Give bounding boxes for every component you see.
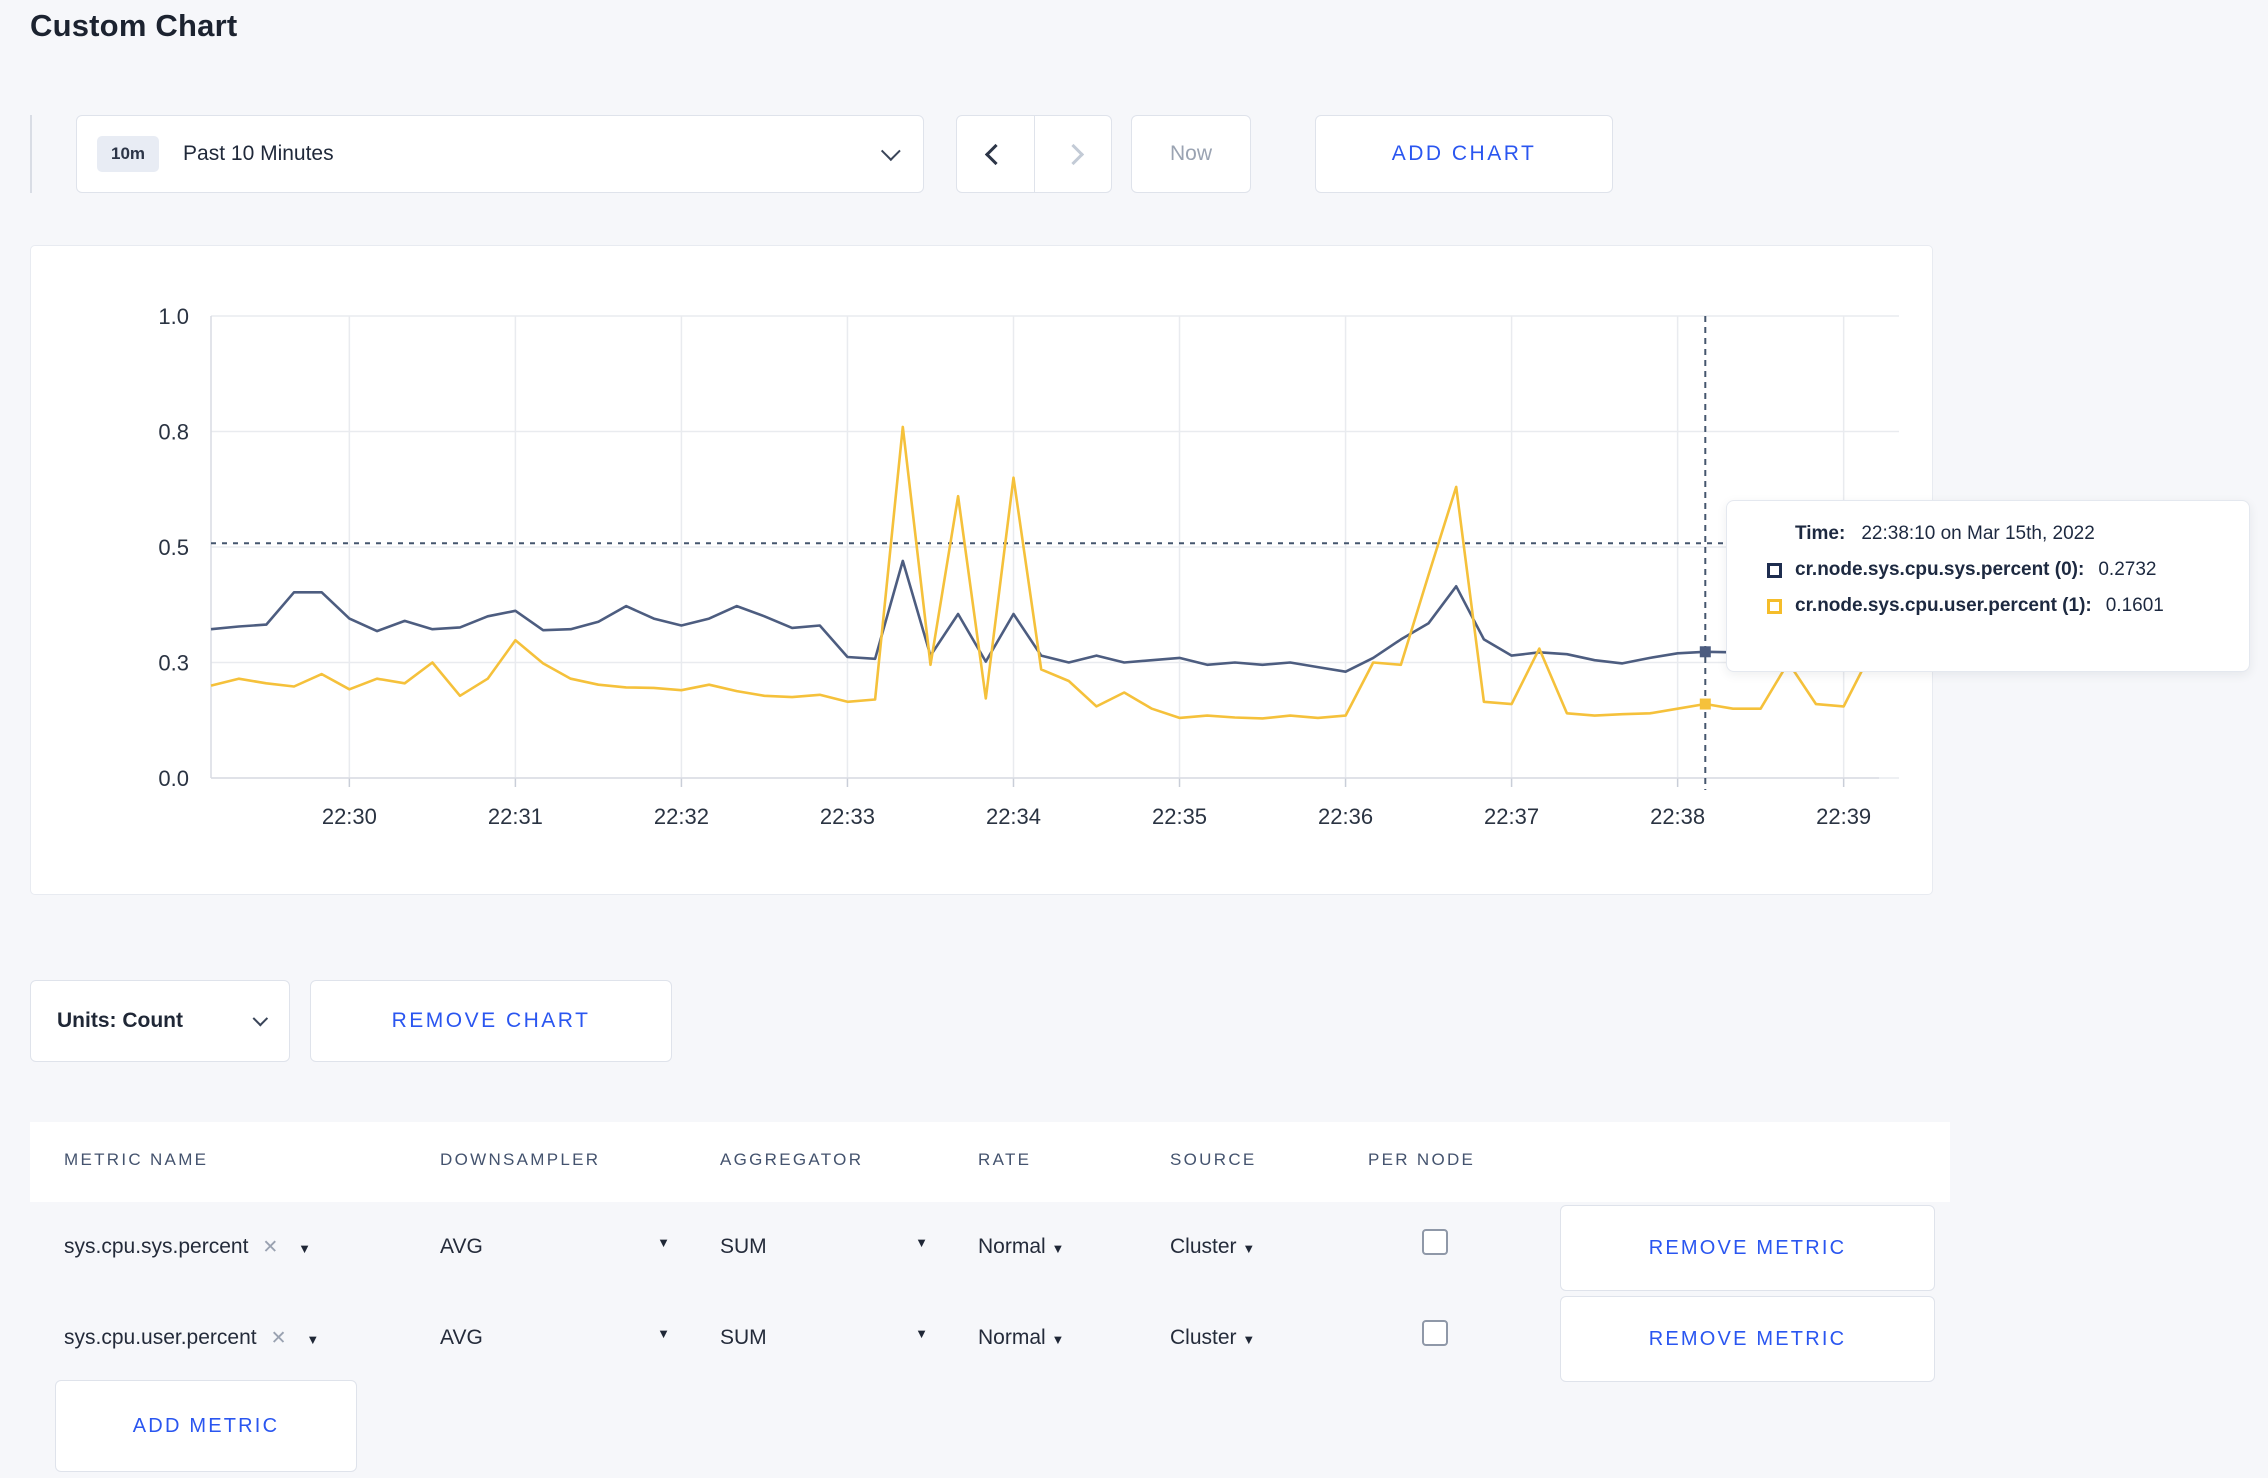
column-header-downsampler: DOWNSAMPLER [440, 1150, 601, 1169]
metric-name-select[interactable]: sys.cpu.sys.percent [64, 1235, 248, 1258]
tooltip-series-1-value: 0.1601 [2105, 595, 2164, 616]
x-axis-tick-label: 22:35 [1152, 804, 1207, 829]
clear-metric-icon[interactable]: ✕ [262, 1237, 278, 1258]
chevron-right-icon [1062, 143, 1084, 165]
timeseries-plot[interactable]: 0.0 0.3 0.5 0.8 1.0 22:30 22:31 22:32 22:33 22:34… [31, 246, 1934, 896]
now-button[interactable]: Now [1131, 115, 1251, 193]
hover-point-0 [1699, 646, 1711, 658]
source-select[interactable]: Cluster ▼ [1170, 1326, 1255, 1350]
chevron-left-icon [984, 143, 1007, 165]
time-window-dropdown[interactable]: 10m Past 10 Minutes [76, 115, 924, 193]
y-axis-tick-label: 0.0 [158, 766, 189, 791]
remove-metric-button[interactable]: REMOVE METRIC [1560, 1296, 1935, 1382]
series-line-1 [210, 425, 1900, 720]
tooltip-series-0-name: cr.node.sys.cpu.sys.percent (0): [1795, 559, 2085, 580]
series-0-swatch-icon [1767, 562, 1782, 578]
aggregator-select[interactable]: SUM ▼ [720, 1235, 928, 1259]
add-metric-button[interactable]: ADD METRIC [55, 1380, 357, 1472]
hover-point-1 [1699, 698, 1711, 710]
column-header-per-node: PER NODE [1368, 1150, 1476, 1169]
x-axis-tick-label: 22:37 [1484, 804, 1539, 829]
dropdown-arrow-icon: ▼ [1242, 1332, 1256, 1347]
y-axis-tick-label: 0.8 [158, 420, 189, 445]
dropdown-arrow-icon: ▼ [915, 1235, 928, 1250]
x-axis-tick-label: 22:30 [322, 804, 377, 829]
series-line-0 [210, 559, 1900, 674]
y-axis-tick-label: 0.3 [158, 651, 189, 676]
x-axis-tick-label: 22:34 [986, 804, 1041, 829]
column-header-metric-name: METRIC NAME [64, 1150, 209, 1169]
x-axis-tick-label: 22:33 [820, 804, 875, 829]
column-header-rate: RATE [978, 1150, 1032, 1169]
dropdown-arrow-icon: ▼ [915, 1326, 928, 1341]
dropdown-arrow-icon: ▼ [1242, 1241, 1256, 1256]
remove-chart-button[interactable]: REMOVE CHART [310, 980, 672, 1062]
per-node-checkbox[interactable] [1422, 1229, 1448, 1255]
chart-card: 0.0 0.3 0.5 0.8 1.0 22:30 22:31 22:32 22:33 22:34… [30, 245, 1933, 895]
dropdown-arrow-icon: ▼ [1051, 1241, 1065, 1256]
y-axis-tick-label: 1.0 [158, 304, 189, 329]
clear-metric-icon[interactable]: ✕ [271, 1328, 287, 1349]
per-node-checkbox[interactable] [1422, 1320, 1448, 1346]
prev-interval-button[interactable] [957, 116, 1034, 192]
tooltip-series-1-name: cr.node.sys.cpu.user.percent (1): [1795, 595, 2092, 616]
tooltip-time-label: Time: [1795, 523, 1846, 544]
x-axis-tick-label: 22:38 [1650, 804, 1705, 829]
units-dropdown[interactable]: Units: Count [30, 980, 290, 1062]
dropdown-arrow-icon: ▼ [657, 1326, 670, 1341]
metrics-table-header: METRIC NAME DOWNSAMPLER AGGREGATOR RATE … [30, 1122, 1950, 1202]
add-chart-button[interactable]: ADD CHART [1315, 115, 1613, 193]
dropdown-arrow-icon[interactable]: ▼ [298, 1241, 311, 1256]
downsampler-select[interactable]: AVG ▼ [440, 1235, 670, 1259]
time-window-badge: 10m [97, 136, 160, 172]
page-title: Custom Chart [30, 8, 238, 43]
units-label: Units: Count [57, 1009, 183, 1032]
x-axis-tick-label: 22:36 [1318, 804, 1373, 829]
y-axis-tick-label: 0.5 [158, 535, 189, 560]
metric-row: sys.cpu.sys.percent ✕ ▼ AVG ▼ SUM ▼ Normal … [30, 1205, 1950, 1295]
tooltip-time-value: 22:38:10 on Mar 15th, 2022 [1861, 523, 2095, 544]
x-axis-tick-label: 22:39 [1816, 804, 1871, 829]
next-interval-button[interactable] [1034, 116, 1111, 192]
chart-tooltip: Time: 22:38:10 on Mar 15th, 2022 cr.node… [1726, 500, 2250, 672]
metric-name-select[interactable]: sys.cpu.user.percent [64, 1326, 257, 1349]
dropdown-arrow-icon[interactable]: ▼ [306, 1332, 319, 1347]
source-select[interactable]: Cluster ▼ [1170, 1235, 1255, 1259]
series-1-swatch-icon [1767, 598, 1782, 614]
x-axis-tick-label: 22:32 [654, 804, 709, 829]
column-header-source: SOURCE [1170, 1150, 1257, 1169]
dropdown-arrow-icon: ▼ [657, 1235, 670, 1250]
toolbar-divider [30, 115, 32, 193]
column-header-aggregator: AGGREGATOR [720, 1150, 864, 1169]
x-axis-tick-label: 22:31 [488, 804, 543, 829]
chevron-down-icon [252, 1010, 269, 1026]
remove-metric-button[interactable]: REMOVE METRIC [1560, 1205, 1935, 1291]
aggregator-select[interactable]: SUM ▼ [720, 1326, 928, 1350]
time-window-label: Past 10 Minutes [183, 142, 334, 165]
tooltip-series-0-value: 0.2732 [2098, 559, 2157, 580]
dropdown-arrow-icon: ▼ [1051, 1332, 1065, 1347]
rate-select[interactable]: Normal ▼ [978, 1326, 1064, 1350]
downsampler-select[interactable]: AVG ▼ [440, 1326, 670, 1350]
metric-row: sys.cpu.user.percent ✕ ▼ AVG ▼ SUM ▼ Normal… [30, 1296, 1950, 1386]
rate-select[interactable]: Normal ▼ [978, 1235, 1064, 1259]
time-nav-group [956, 115, 1112, 193]
chevron-down-icon [880, 141, 901, 162]
